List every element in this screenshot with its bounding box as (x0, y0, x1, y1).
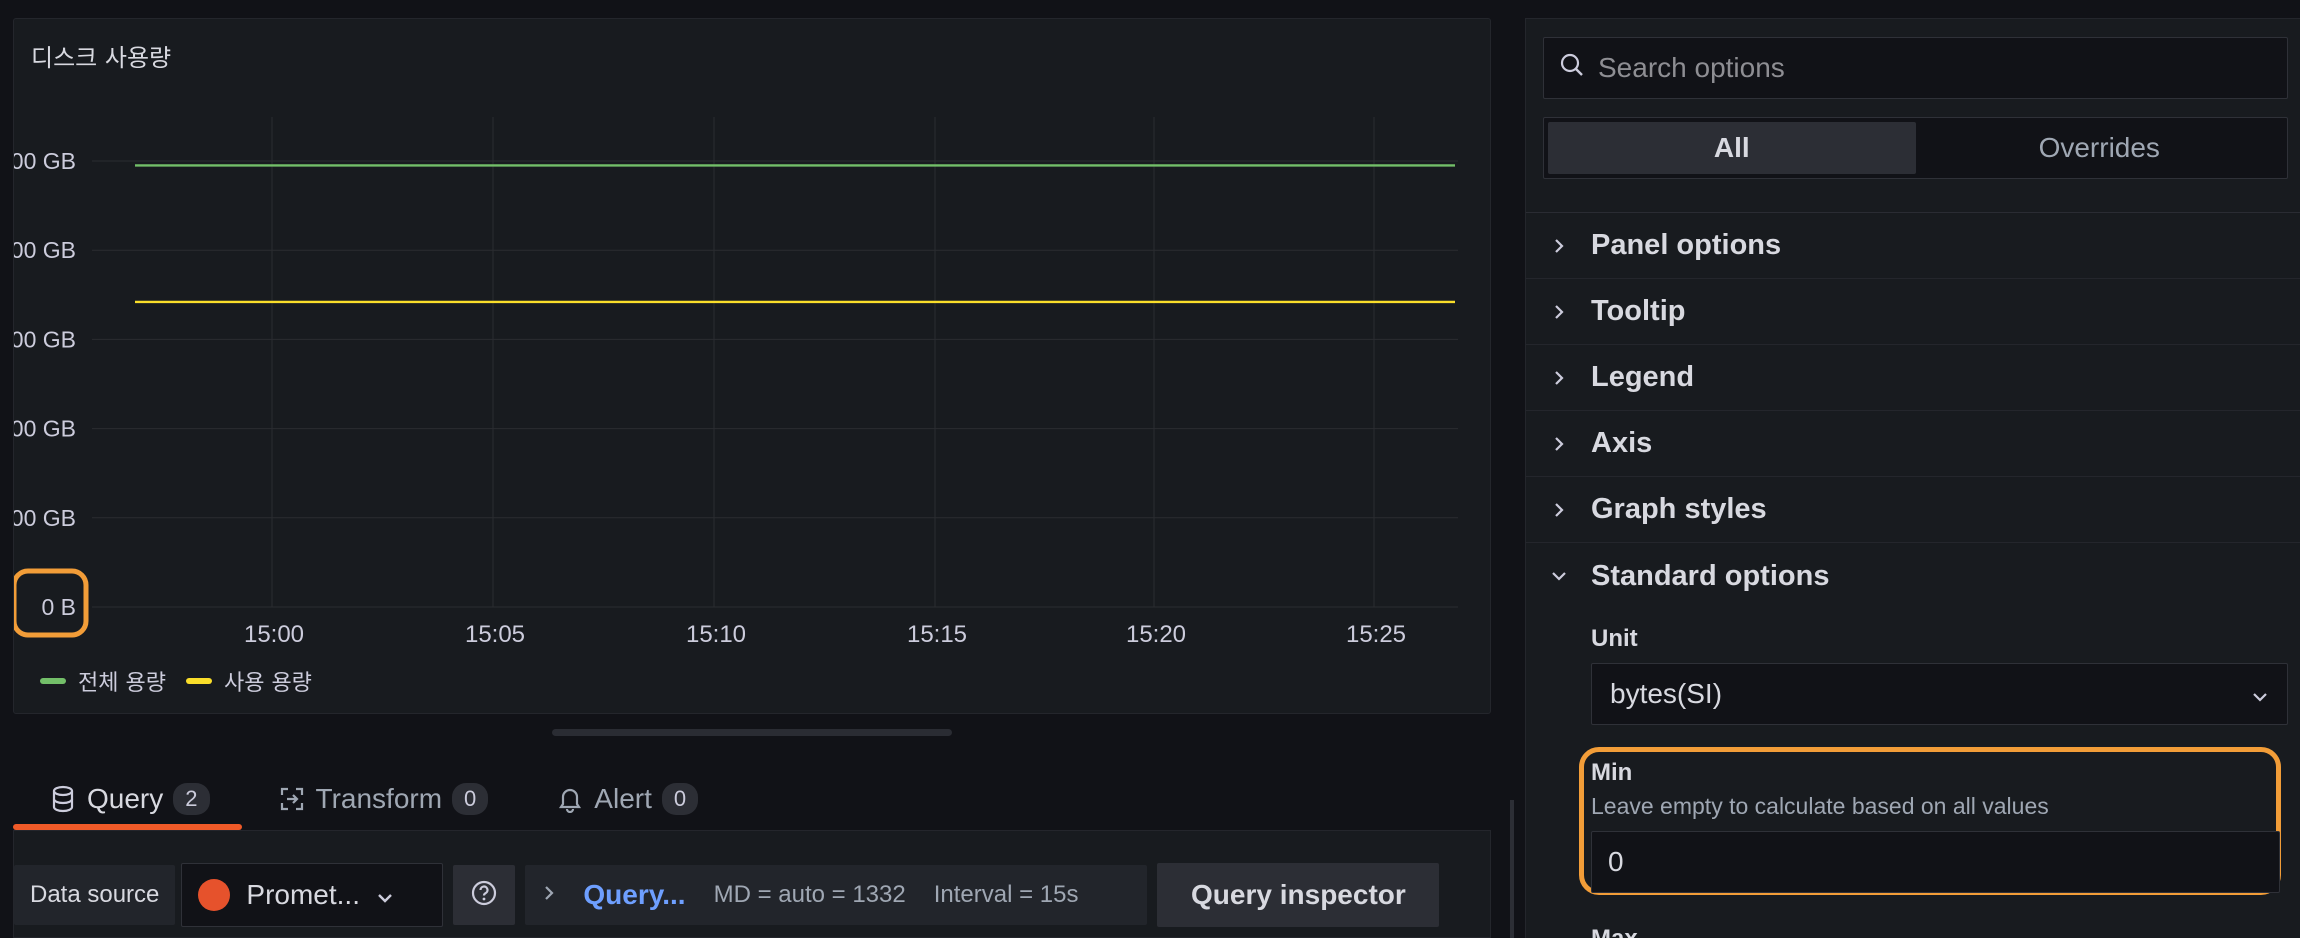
options-pane: Search options All Overrides Panel optio… (1525, 18, 2300, 938)
datasource-value: Promet... (246, 879, 360, 910)
vertical-scrollbar[interactable] (1510, 800, 1514, 938)
tab-query[interactable]: Query 2 (13, 768, 242, 830)
unit-label: Unit (1591, 625, 1638, 652)
datasource-picker[interactable]: Promet... (181, 863, 444, 927)
max-label: Max (1591, 925, 1638, 938)
legend-item-used[interactable]: 사용 용량 (185, 665, 312, 697)
chevron-down-icon (2251, 678, 2269, 710)
section-label: Standard options (1591, 559, 1830, 592)
tab-alert-count: 0 (661, 783, 699, 815)
max-datapoints: MD = auto = 1332 (713, 881, 906, 908)
y-tick-label: 500 GB (14, 148, 76, 174)
editor-tabs: Query 2 Transform 0 Alert 0 (13, 768, 730, 830)
x-tick-label: 15:15 (907, 621, 967, 648)
datasource-help-button[interactable] (453, 865, 516, 925)
section-tooltip[interactable]: Tooltip (1526, 279, 2300, 345)
x-tick-label: 15:00 (244, 621, 304, 648)
x-tick-label: 15:10 (686, 621, 746, 648)
query-options[interactable]: Query... MD = auto = 1332 Interval = 15s (525, 865, 1148, 925)
section-axis[interactable]: Axis (1526, 411, 2300, 477)
chevron-down-icon (1526, 570, 1591, 582)
section-graph-styles[interactable]: Graph styles (1526, 477, 2300, 543)
search-icon (1558, 51, 1586, 86)
tab-alert-label: Alert (594, 783, 652, 814)
help-icon (470, 879, 498, 912)
search-placeholder: Search options (1598, 52, 1785, 83)
section-label: Graph styles (1591, 493, 1767, 525)
y-tick-label: 400 GB (14, 237, 76, 263)
x-tick-label: 15:20 (1126, 621, 1186, 648)
section-label: Legend (1591, 361, 1695, 393)
chevron-down-icon (376, 879, 394, 911)
chevron-right-icon (1526, 303, 1591, 321)
section-panel-options[interactable]: Panel options (1526, 213, 2300, 279)
section-legend[interactable]: Legend (1526, 345, 2300, 411)
tab-alert[interactable]: Alert 0 (520, 768, 730, 830)
datasource-label: Data source (14, 865, 176, 925)
options-segmented-control: All Overrides (1543, 117, 2288, 179)
y-tick-label: 200 GB (14, 416, 76, 442)
chevron-right-icon (1526, 435, 1591, 453)
segment-all[interactable]: All (1548, 122, 1916, 174)
section-label: Axis (1591, 427, 1653, 459)
tab-transform-count: 0 (452, 783, 489, 815)
tab-query-count: 2 (173, 783, 210, 815)
chevron-right-icon (1526, 369, 1591, 387)
min-input[interactable]: 0 (1591, 831, 2280, 893)
chevron-right-icon (1526, 237, 1591, 255)
y-tick-label: 0 B (41, 594, 76, 620)
legend-swatch-used (185, 678, 212, 684)
segment-overrides[interactable]: Overrides (1916, 122, 2284, 174)
query-inspector-button[interactable]: Query inspector (1157, 863, 1440, 927)
tab-transform-label: Transform (315, 783, 443, 814)
prometheus-icon (198, 879, 231, 911)
panel-resize-handle[interactable] (552, 729, 952, 736)
x-tick-label: 15:05 (465, 621, 525, 648)
tab-transform[interactable]: Transform 0 (242, 768, 521, 830)
chevron-right-icon (543, 881, 555, 909)
y-tick-label: 300 GB (14, 326, 76, 352)
min-label: Min (1591, 759, 1633, 786)
transform-icon (278, 785, 306, 813)
section-label: Panel options (1591, 229, 1782, 261)
legend-label-total: 전체 용량 (78, 671, 166, 696)
query-editor: Data source Promet... Query... MD = auto… (13, 830, 1491, 938)
query-options-link[interactable]: Query... (583, 879, 685, 911)
disk-usage-chart: 0 B 100 GB 200 GB 300 GB 400 GB 500 GB 15:00 15… (14, 117, 1458, 648)
chevron-right-icon (1526, 501, 1591, 519)
chart-panel: 디스크 사용량 0 B100 GB200 GB300 GB400 GB500 G… (13, 18, 1491, 714)
bell-icon (556, 785, 584, 813)
legend-label-used: 사용 용량 (223, 671, 312, 696)
y-tick-label: 100 GB (14, 505, 76, 531)
x-tick-label: 15:25 (1346, 621, 1406, 648)
legend-swatch-total (40, 678, 66, 684)
unit-value: bytes(SI) (1610, 678, 1723, 709)
min-description: Leave empty to calculate based on all va… (1591, 793, 2049, 819)
chart-legend: 전체 용량 사용 용량 (40, 665, 312, 697)
query-interval: Interval = 15s (933, 881, 1079, 908)
database-icon (49, 785, 77, 813)
section-label: Tooltip (1591, 295, 1686, 327)
query-toolbar: Data source Promet... Query... MD = auto… (14, 863, 1440, 927)
unit-select[interactable]: bytes(SI) (1591, 663, 2288, 725)
section-standard-options[interactable]: Standard options (1526, 543, 2300, 609)
tab-query-label: Query (87, 783, 164, 814)
app-root: 디스크 사용량 0 B100 GB200 GB300 GB400 GB500 G… (0, 0, 2300, 938)
search-options[interactable]: Search options (1543, 37, 2288, 99)
legend-item-total[interactable]: 전체 용량 (40, 665, 166, 697)
